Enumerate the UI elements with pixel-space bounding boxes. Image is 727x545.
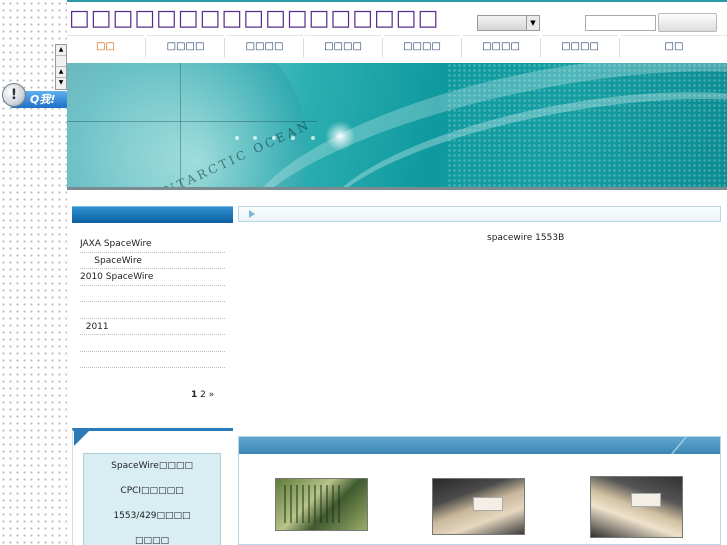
nav-item-3[interactable]: □□□□	[226, 35, 303, 63]
list-item[interactable]: SpaceWire	[80, 253, 225, 269]
nav-divider	[619, 38, 620, 58]
page-next-link[interactable]: »	[209, 390, 215, 400]
nav-divider	[145, 38, 146, 58]
globe-axis	[67, 121, 317, 122]
nav-item-5[interactable]: □□□□	[384, 35, 460, 63]
nav-item-home[interactable]: □□	[67, 35, 144, 63]
nav-divider	[461, 38, 462, 58]
category-list: SpaceWire□□□□ CPCI□□□□□ 1553/429□□□□ □□□…	[83, 453, 221, 545]
news-header	[72, 206, 233, 223]
qq-contact-widget[interactable]: Q我! !	[2, 83, 68, 110]
product-image-device-2[interactable]	[590, 476, 683, 538]
list-item[interactable]	[80, 352, 225, 368]
nav-item-6[interactable]: □□□□	[463, 35, 539, 63]
category-item[interactable]: SpaceWire□□□□	[84, 454, 220, 479]
main-nav: □□ □□□□ □□□□ □□□□ □□□□ □□□□ □□□□ □□	[67, 35, 727, 63]
content-header	[238, 206, 721, 222]
nav-item-7[interactable]: □□□□	[542, 35, 618, 63]
list-item[interactable]	[80, 335, 225, 352]
search-button[interactable]	[658, 13, 717, 32]
device-label	[631, 493, 661, 507]
device-label	[473, 497, 503, 511]
header-stripe	[656, 437, 688, 454]
lens-flare	[325, 121, 355, 151]
nav-divider	[224, 38, 225, 58]
site-title[interactable]: □□□□□□□□□□□□□□□□□	[69, 6, 439, 31]
category-item[interactable]: □□□□	[84, 529, 220, 545]
slide-dot[interactable]	[311, 136, 315, 140]
news-list: JAXA SpaceWire SpaceWire 2010 SpaceWire …	[80, 236, 225, 368]
list-item[interactable]: 2011	[80, 319, 225, 335]
category-box: SpaceWire□□□□ CPCI□□□□□ 1553/429□□□□ □□□…	[72, 428, 233, 545]
nav-item-2[interactable]: □□□□	[147, 35, 224, 63]
nav-divider	[382, 38, 383, 58]
product-header	[239, 437, 720, 454]
list-item[interactable]: JAXA SpaceWire	[80, 236, 225, 253]
slide-dot[interactable]	[272, 136, 276, 140]
nav-divider	[303, 38, 304, 58]
product-box	[238, 436, 721, 545]
scroll-up-icon-2[interactable]: ▲	[56, 67, 66, 78]
list-item[interactable]	[80, 286, 225, 302]
list-item[interactable]	[80, 302, 225, 319]
play-icon	[249, 210, 255, 218]
nav-item-8[interactable]: □□	[621, 35, 727, 63]
category-item[interactable]: 1553/429□□□□	[84, 504, 220, 529]
slide-dot[interactable]	[253, 136, 257, 140]
product-image-device[interactable]	[432, 478, 525, 535]
product-image-board[interactable]	[275, 478, 368, 531]
globe-axis	[180, 63, 181, 187]
globe-graphic	[67, 63, 307, 187]
search-input[interactable]	[585, 15, 656, 31]
list-item[interactable]: 2010 SpaceWire	[80, 269, 225, 286]
chevron-down-icon[interactable]: ▼	[526, 16, 539, 30]
scroll-up-icon[interactable]: ▲	[56, 45, 66, 56]
pager: 1 2 »	[191, 390, 214, 400]
language-select[interactable]: ▼	[477, 15, 540, 31]
corner-decoration	[74, 431, 89, 446]
exclamation-icon: !	[2, 83, 26, 107]
nav-item-4[interactable]: □□□□	[305, 35, 381, 63]
page-link-1[interactable]: 1	[191, 390, 197, 400]
page-link-2[interactable]: 2	[200, 390, 206, 400]
slide-dot[interactable]	[235, 136, 239, 140]
category-item[interactable]: CPCI□□□□□	[84, 479, 220, 504]
slide-dot[interactable]	[291, 136, 295, 140]
nav-divider	[540, 38, 541, 58]
content-text: spacewire 1553B	[487, 233, 565, 243]
scroll-track[interactable]	[56, 56, 66, 67]
page-container: □□□□□□□□□□□□□□□□□ ▼ □□ □□□□ □□□□ □□□□ □□…	[67, 0, 727, 545]
hero-banner: ANTARCTIC OCEAN	[67, 63, 727, 190]
top-border	[67, 0, 727, 2]
